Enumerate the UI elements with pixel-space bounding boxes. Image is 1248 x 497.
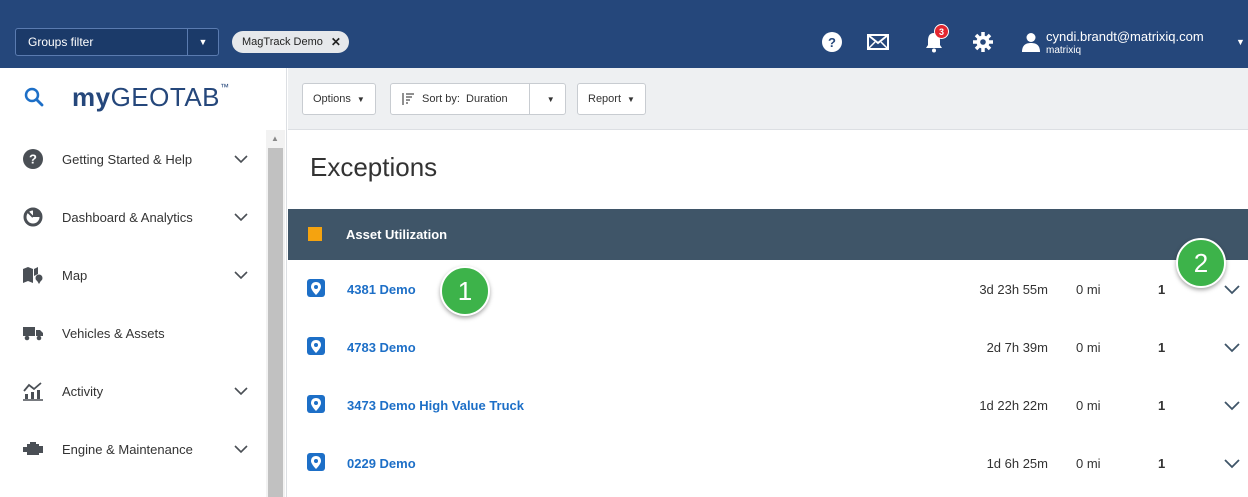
sort-by-main[interactable]: Sort by: Duration	[391, 84, 531, 114]
logo-prefix: my	[72, 82, 111, 112]
chevron-down-icon[interactable]	[1224, 284, 1240, 295]
sidebar-item-activity[interactable]: Activity	[0, 362, 262, 420]
toolbar: Options ▼ Sort by: Duration ▼ Report ▼	[288, 68, 1248, 130]
location-pin-icon[interactable]	[307, 337, 325, 355]
engine-icon	[22, 438, 44, 460]
chevron-down-icon: ▼	[627, 94, 635, 104]
search-icon[interactable]	[24, 87, 44, 107]
chevron-down-icon[interactable]	[234, 154, 248, 164]
chevron-down-icon[interactable]	[1224, 400, 1240, 411]
chevron-down-icon[interactable]	[234, 386, 248, 396]
truck-icon	[22, 322, 44, 344]
sidebar-item-label: Engine & Maintenance	[62, 441, 193, 457]
main-content: Options ▼ Sort by: Duration ▼ Report ▼ E…	[288, 68, 1248, 497]
sidebar-scrollbar[interactable]: ▲	[266, 130, 285, 497]
sidebar-item-label: Dashboard & Analytics	[62, 209, 193, 225]
group-chip[interactable]: MagTrack Demo ✕	[232, 31, 349, 53]
sidebar-item-label: Activity	[62, 383, 104, 399]
sidebar-item-getting-started[interactable]: ? Getting Started & Help	[0, 130, 262, 188]
help-icon: ?	[22, 148, 44, 170]
asset-name-link[interactable]: 0229 Demo	[347, 456, 416, 471]
mail-icon[interactable]	[867, 34, 889, 50]
close-icon[interactable]: ✕	[331, 35, 341, 49]
distance-value: 0 mi	[1076, 282, 1101, 297]
chevron-down-icon[interactable]: ▼	[536, 95, 565, 104]
user-icon[interactable]	[1022, 32, 1040, 52]
notification-badge: 3	[934, 24, 949, 39]
gear-icon[interactable]	[972, 31, 994, 53]
sidebar-item-engine[interactable]: Engine & Maintenance	[0, 420, 262, 478]
exception-group-header[interactable]: Asset Utilization	[288, 209, 1248, 260]
asset-name-link[interactable]: 3473 Demo High Value Truck	[347, 398, 524, 413]
count-value: 1	[1158, 340, 1166, 355]
callout-marker-1: 1	[440, 266, 490, 316]
chevron-down-icon[interactable]: ▼	[187, 29, 218, 55]
chevron-down-icon: ▼	[356, 94, 365, 104]
sort-by-button[interactable]: Sort by: Duration ▼	[390, 83, 566, 115]
sidebar-item-label: Map	[62, 267, 88, 283]
table-row[interactable]: 0229 Demo 1d 6h 25m 0 mi 1	[288, 434, 1248, 492]
sort-icon	[402, 93, 414, 105]
count-value: 1	[1158, 398, 1166, 413]
duration-value: 3d 23h 55m	[979, 282, 1048, 297]
sort-by-label: Sort by: Duration	[422, 93, 508, 105]
chevron-down-icon[interactable]	[234, 270, 248, 280]
sidebar-item-vehicles[interactable]: Vehicles & Assets	[0, 304, 262, 362]
map-icon	[22, 264, 44, 286]
options-button[interactable]: Options ▼	[302, 83, 376, 115]
pie-chart-icon	[22, 206, 44, 228]
sidebar-item-dashboard[interactable]: Dashboard & Analytics	[0, 188, 262, 246]
logo-suffix: GEOTAB	[110, 82, 221, 112]
location-pin-icon[interactable]	[307, 453, 325, 471]
sidebar: myGEOTAB™ ? Getting Started & Help Dashb…	[0, 68, 287, 497]
report-button[interactable]: Report ▼	[577, 83, 646, 115]
user-org: matrixiq	[1046, 45, 1082, 56]
callout-marker-2: 2	[1176, 238, 1226, 288]
count-value: 1	[1158, 282, 1166, 297]
duration-value: 1d 6h 25m	[986, 456, 1048, 471]
user-email[interactable]: cyndi.brandt@matrixiq.com	[1046, 29, 1204, 44]
top-bar: Groups filter ▼ MagTrack Demo ✕ ? 3 cynd…	[0, 0, 1248, 68]
location-pin-icon[interactable]	[307, 395, 325, 413]
options-label: Options	[313, 93, 351, 105]
distance-value: 0 mi	[1076, 398, 1101, 413]
chevron-down-icon[interactable]	[234, 444, 248, 454]
page-title: Exceptions	[310, 152, 438, 182]
group-label: Asset Utilization	[346, 227, 448, 242]
groups-filter[interactable]: Groups filter ▼	[15, 28, 219, 56]
distance-value: 0 mi	[1076, 456, 1101, 471]
table-row[interactable]: 4783 Demo 2d 7h 39m 0 mi 1	[288, 318, 1248, 376]
group-chip-label: MagTrack Demo	[242, 36, 323, 48]
group-color-swatch	[308, 227, 322, 241]
logo-tm: ™	[220, 82, 230, 92]
count-value: 1	[1158, 456, 1166, 471]
location-pin-icon[interactable]	[307, 279, 325, 297]
scroll-up-icon[interactable]: ▲	[271, 134, 279, 143]
duration-value: 2d 7h 39m	[986, 340, 1048, 355]
help-icon[interactable]: ?	[822, 32, 842, 52]
chevron-down-icon[interactable]: ▼	[1236, 37, 1245, 47]
duration-value: 1d 22h 22m	[979, 398, 1048, 413]
activity-chart-icon	[22, 380, 44, 402]
svg-text:?: ?	[29, 152, 37, 167]
asset-name-link[interactable]: 4381 Demo	[347, 282, 416, 297]
sidebar-item-label: Vehicles & Assets	[62, 325, 165, 341]
mygeotab-logo[interactable]: myGEOTAB™	[72, 82, 230, 113]
sidebar-item-label: Getting Started & Help	[62, 151, 193, 167]
report-label: Report	[588, 93, 622, 105]
sidebar-item-map[interactable]: Map	[0, 246, 262, 304]
table-row[interactable]: 3473 Demo High Value Truck 1d 22h 22m 0 …	[288, 376, 1248, 434]
chevron-down-icon[interactable]	[234, 212, 248, 222]
groups-filter-label: Groups filter	[28, 35, 94, 49]
chevron-down-icon[interactable]	[1224, 458, 1240, 469]
scrollbar-thumb[interactable]	[268, 148, 283, 497]
asset-name-link[interactable]: 4783 Demo	[347, 340, 416, 355]
chevron-down-icon[interactable]	[1224, 342, 1240, 353]
table-row[interactable]: 4381 Demo 3d 23h 55m 0 mi 1	[288, 260, 1248, 318]
distance-value: 0 mi	[1076, 340, 1101, 355]
